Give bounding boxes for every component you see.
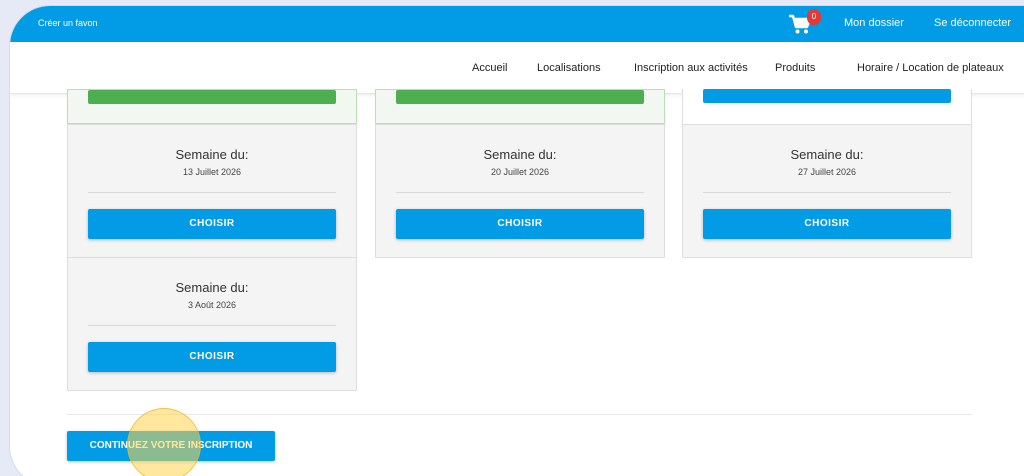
week-title: Semaine du: bbox=[175, 147, 249, 162]
week-card-selected bbox=[67, 89, 357, 124]
choose-button[interactable]: CHOISIR bbox=[88, 209, 336, 239]
my-file-link[interactable]: Mon dossier bbox=[844, 17, 904, 29]
week-card: Semaine du: 13 Juillet 2026 CHOISIR bbox=[67, 124, 357, 258]
section-divider bbox=[67, 414, 972, 415]
divider bbox=[703, 192, 951, 193]
week-card-selected bbox=[375, 89, 665, 124]
nav-item-activity-registration[interactable]: Inscription aux activités bbox=[634, 62, 748, 74]
selected-button[interactable] bbox=[396, 90, 644, 104]
cart-count-badge: 0 bbox=[807, 9, 821, 25]
week-card bbox=[682, 89, 972, 124]
nav-item-schedule[interactable]: Horaire / Location de plateaux bbox=[857, 62, 1004, 74]
nav-item-products[interactable]: Produits bbox=[775, 62, 815, 74]
main-nav: Accueil Localisations Inscription aux ac… bbox=[10, 42, 1024, 94]
week-card: Semaine du: 20 Juillet 2026 CHOISIR bbox=[375, 124, 665, 258]
divider bbox=[396, 192, 644, 193]
top-bar: Créer un favon 0 Mon dossier Se déconnec… bbox=[10, 6, 1024, 42]
choose-button[interactable]: CHOISIR bbox=[396, 209, 644, 239]
create-favorite-link[interactable]: Créer un favon bbox=[38, 18, 98, 28]
week-title: Semaine du: bbox=[175, 280, 249, 295]
nav-item-locations[interactable]: Localisations bbox=[537, 62, 601, 74]
click-highlight-marker bbox=[127, 408, 201, 476]
choose-button[interactable]: CHOISIR bbox=[703, 209, 951, 239]
week-title: Semaine du: bbox=[483, 147, 557, 162]
divider bbox=[88, 325, 336, 326]
selected-button[interactable] bbox=[88, 90, 336, 104]
choose-button[interactable] bbox=[703, 89, 951, 103]
week-date: 13 Juillet 2026 bbox=[182, 167, 242, 177]
choose-button[interactable]: CHOISIR bbox=[88, 342, 336, 372]
week-title: Semaine du: bbox=[790, 147, 864, 162]
nav-item-home[interactable]: Accueil bbox=[472, 62, 507, 74]
logout-link[interactable]: Se déconnecter bbox=[934, 17, 1011, 29]
week-date: 27 Juillet 2026 bbox=[797, 167, 857, 177]
week-date: 3 Août 2026 bbox=[187, 300, 237, 310]
week-card: Semaine du: 27 Juillet 2026 CHOISIR bbox=[682, 124, 972, 258]
divider bbox=[88, 192, 336, 193]
browser-frame: Créer un favon 0 Mon dossier Se déconnec… bbox=[10, 6, 1024, 476]
week-card: Semaine du: 3 Août 2026 CHOISIR bbox=[67, 257, 357, 391]
week-date: 20 Juillet 2026 bbox=[490, 167, 550, 177]
